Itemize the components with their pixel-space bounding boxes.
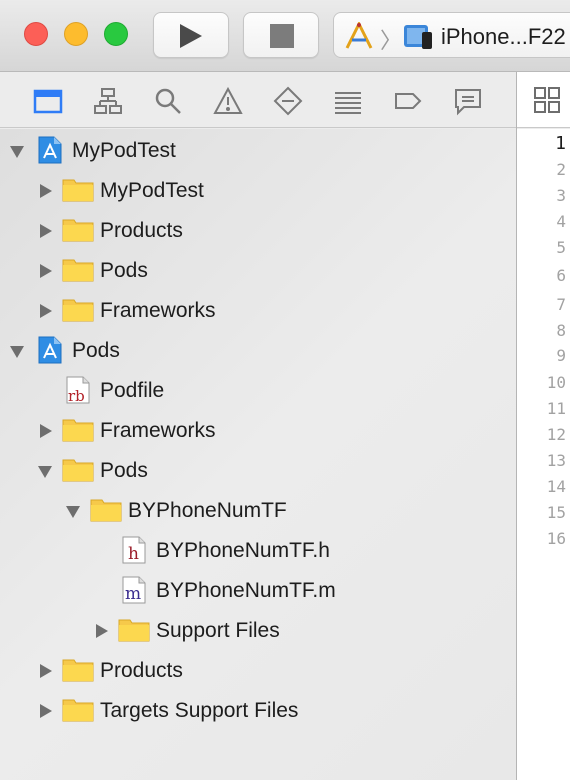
outline-row-byphonenumtf[interactable]: BYPhoneNumTF (0, 490, 516, 530)
disclosure-triangle-icon[interactable] (40, 664, 52, 678)
disclosure-triangle-icon[interactable] (66, 506, 80, 518)
outline-item-label: Pods (100, 259, 148, 282)
line-number: 16 (546, 529, 566, 548)
window-toolbar: 〉 iPhone...F22 (0, 0, 570, 72)
app-target-icon (344, 20, 374, 55)
project-navigator-icon[interactable] (33, 86, 63, 116)
line-number: 13 (546, 451, 566, 470)
project-outline: MyPodTest MyPodTest Products Pods Framew… (0, 129, 516, 780)
folder-icon (62, 256, 94, 282)
outline-item-label: BYPhoneNumTF.h (156, 539, 330, 562)
line-number: 15 (546, 503, 566, 522)
issue-navigator-icon[interactable] (213, 86, 243, 116)
report-navigator-icon[interactable] (453, 86, 483, 116)
outline-row-header-file[interactable]: h BYPhoneNumTF.h (0, 530, 516, 570)
outline-item-label: MyPodTest (100, 179, 204, 202)
folder-icon (62, 216, 94, 242)
chevron-right-icon: 〉 (380, 28, 403, 53)
outline-item-label: Targets Support Files (100, 699, 299, 722)
outline-item-label: Pods (72, 339, 120, 362)
outline-item-label: BYPhoneNumTF.m (156, 579, 336, 602)
find-navigator-icon[interactable] (153, 86, 183, 116)
folder-icon (62, 696, 94, 722)
disclosure-triangle-icon[interactable] (96, 624, 108, 638)
close-window-button[interactable] (24, 22, 48, 46)
folder-icon (62, 456, 94, 482)
disclosure-triangle-icon[interactable] (10, 346, 24, 358)
line-number: 14 (546, 477, 566, 496)
minimize-window-button[interactable] (64, 22, 88, 46)
outline-row-mypodtest-group[interactable]: MyPodTest (0, 170, 516, 210)
xcode-project-icon (37, 136, 63, 164)
play-icon (180, 24, 202, 48)
symbol-navigator-icon[interactable] (93, 86, 123, 116)
outline-row-implementation-file[interactable]: m BYPhoneNumTF.m (0, 570, 516, 610)
outline-row-pods-project[interactable]: Pods (0, 330, 516, 370)
outline-row-pods-group[interactable]: Pods (0, 450, 516, 490)
line-number: 10 (546, 373, 566, 392)
disclosure-triangle-icon[interactable] (40, 264, 52, 278)
outline-row-frameworks[interactable]: Frameworks (0, 290, 516, 330)
outline-row-products[interactable]: Products (0, 210, 516, 250)
outline-item-label: Podfile (100, 379, 165, 402)
line-number: 3 (556, 186, 566, 205)
disclosure-triangle-icon[interactable] (10, 146, 24, 158)
test-navigator-icon[interactable] (273, 86, 303, 116)
editor-jump-bar (517, 72, 570, 128)
file-type-badge: rb (68, 387, 85, 405)
related-items-icon[interactable] (533, 86, 561, 119)
outline-row-podfile[interactable]: rb Podfile (0, 370, 516, 410)
stop-button[interactable] (243, 12, 319, 58)
line-number: 6 (556, 266, 566, 285)
zoom-window-button[interactable] (104, 22, 128, 46)
stop-icon (270, 24, 294, 48)
line-number: 8 (556, 321, 566, 340)
line-number-gutter: 1 2 3 4 5 6 7 8 9 10 11 12 13 14 15 16 (517, 129, 570, 780)
disclosure-triangle-icon[interactable] (40, 224, 52, 238)
folder-icon (90, 496, 122, 522)
outline-row-frameworks[interactable]: Frameworks (0, 410, 516, 450)
debug-navigator-icon[interactable] (333, 86, 363, 116)
line-number: 9 (556, 346, 566, 365)
outline-row-targets-support-files[interactable]: Targets Support Files (0, 690, 516, 730)
file-type-badge: h (128, 544, 139, 564)
outline-item-label: Pods (100, 459, 148, 482)
line-number: 7 (556, 295, 566, 314)
device-icon (402, 22, 434, 55)
breakpoint-navigator-icon[interactable] (393, 86, 423, 116)
xcode-project-icon (37, 336, 63, 364)
line-number: 1 (555, 133, 566, 154)
disclosure-triangle-icon[interactable] (40, 424, 52, 438)
line-number: 4 (556, 212, 566, 231)
outline-row-mypodtest-project[interactable]: MyPodTest (0, 130, 516, 170)
outline-item-label: BYPhoneNumTF (128, 499, 287, 522)
folder-icon (62, 296, 94, 322)
folder-icon (62, 656, 94, 682)
file-type-badge: m (125, 584, 142, 604)
folder-icon (62, 416, 94, 442)
outline-row-products[interactable]: Products (0, 650, 516, 690)
line-number: 5 (556, 238, 566, 257)
run-button[interactable] (153, 12, 229, 58)
disclosure-triangle-icon[interactable] (38, 466, 52, 478)
folder-icon (62, 176, 94, 202)
navigator-selector-bar (0, 72, 516, 128)
outline-item-label: Frameworks (100, 419, 216, 442)
outline-item-label: Frameworks (100, 299, 216, 322)
disclosure-triangle-icon[interactable] (40, 704, 52, 718)
line-number: 11 (546, 399, 566, 418)
folder-icon (118, 616, 150, 642)
line-number: 2 (556, 160, 566, 179)
outline-row-support-files[interactable]: Support Files (0, 610, 516, 650)
device-name: iPhone...F22 (441, 24, 566, 49)
outline-item-label: Products (100, 219, 183, 242)
disclosure-triangle-icon[interactable] (40, 304, 52, 318)
outline-item-label: MyPodTest (72, 139, 176, 162)
disclosure-triangle-icon[interactable] (40, 184, 52, 198)
scheme-selector[interactable]: 〉 iPhone...F22 (333, 12, 570, 58)
outline-item-label: Products (100, 659, 183, 682)
outline-row-pods[interactable]: Pods (0, 250, 516, 290)
outline-item-label: Support Files (156, 619, 280, 642)
line-number: 12 (546, 425, 566, 444)
